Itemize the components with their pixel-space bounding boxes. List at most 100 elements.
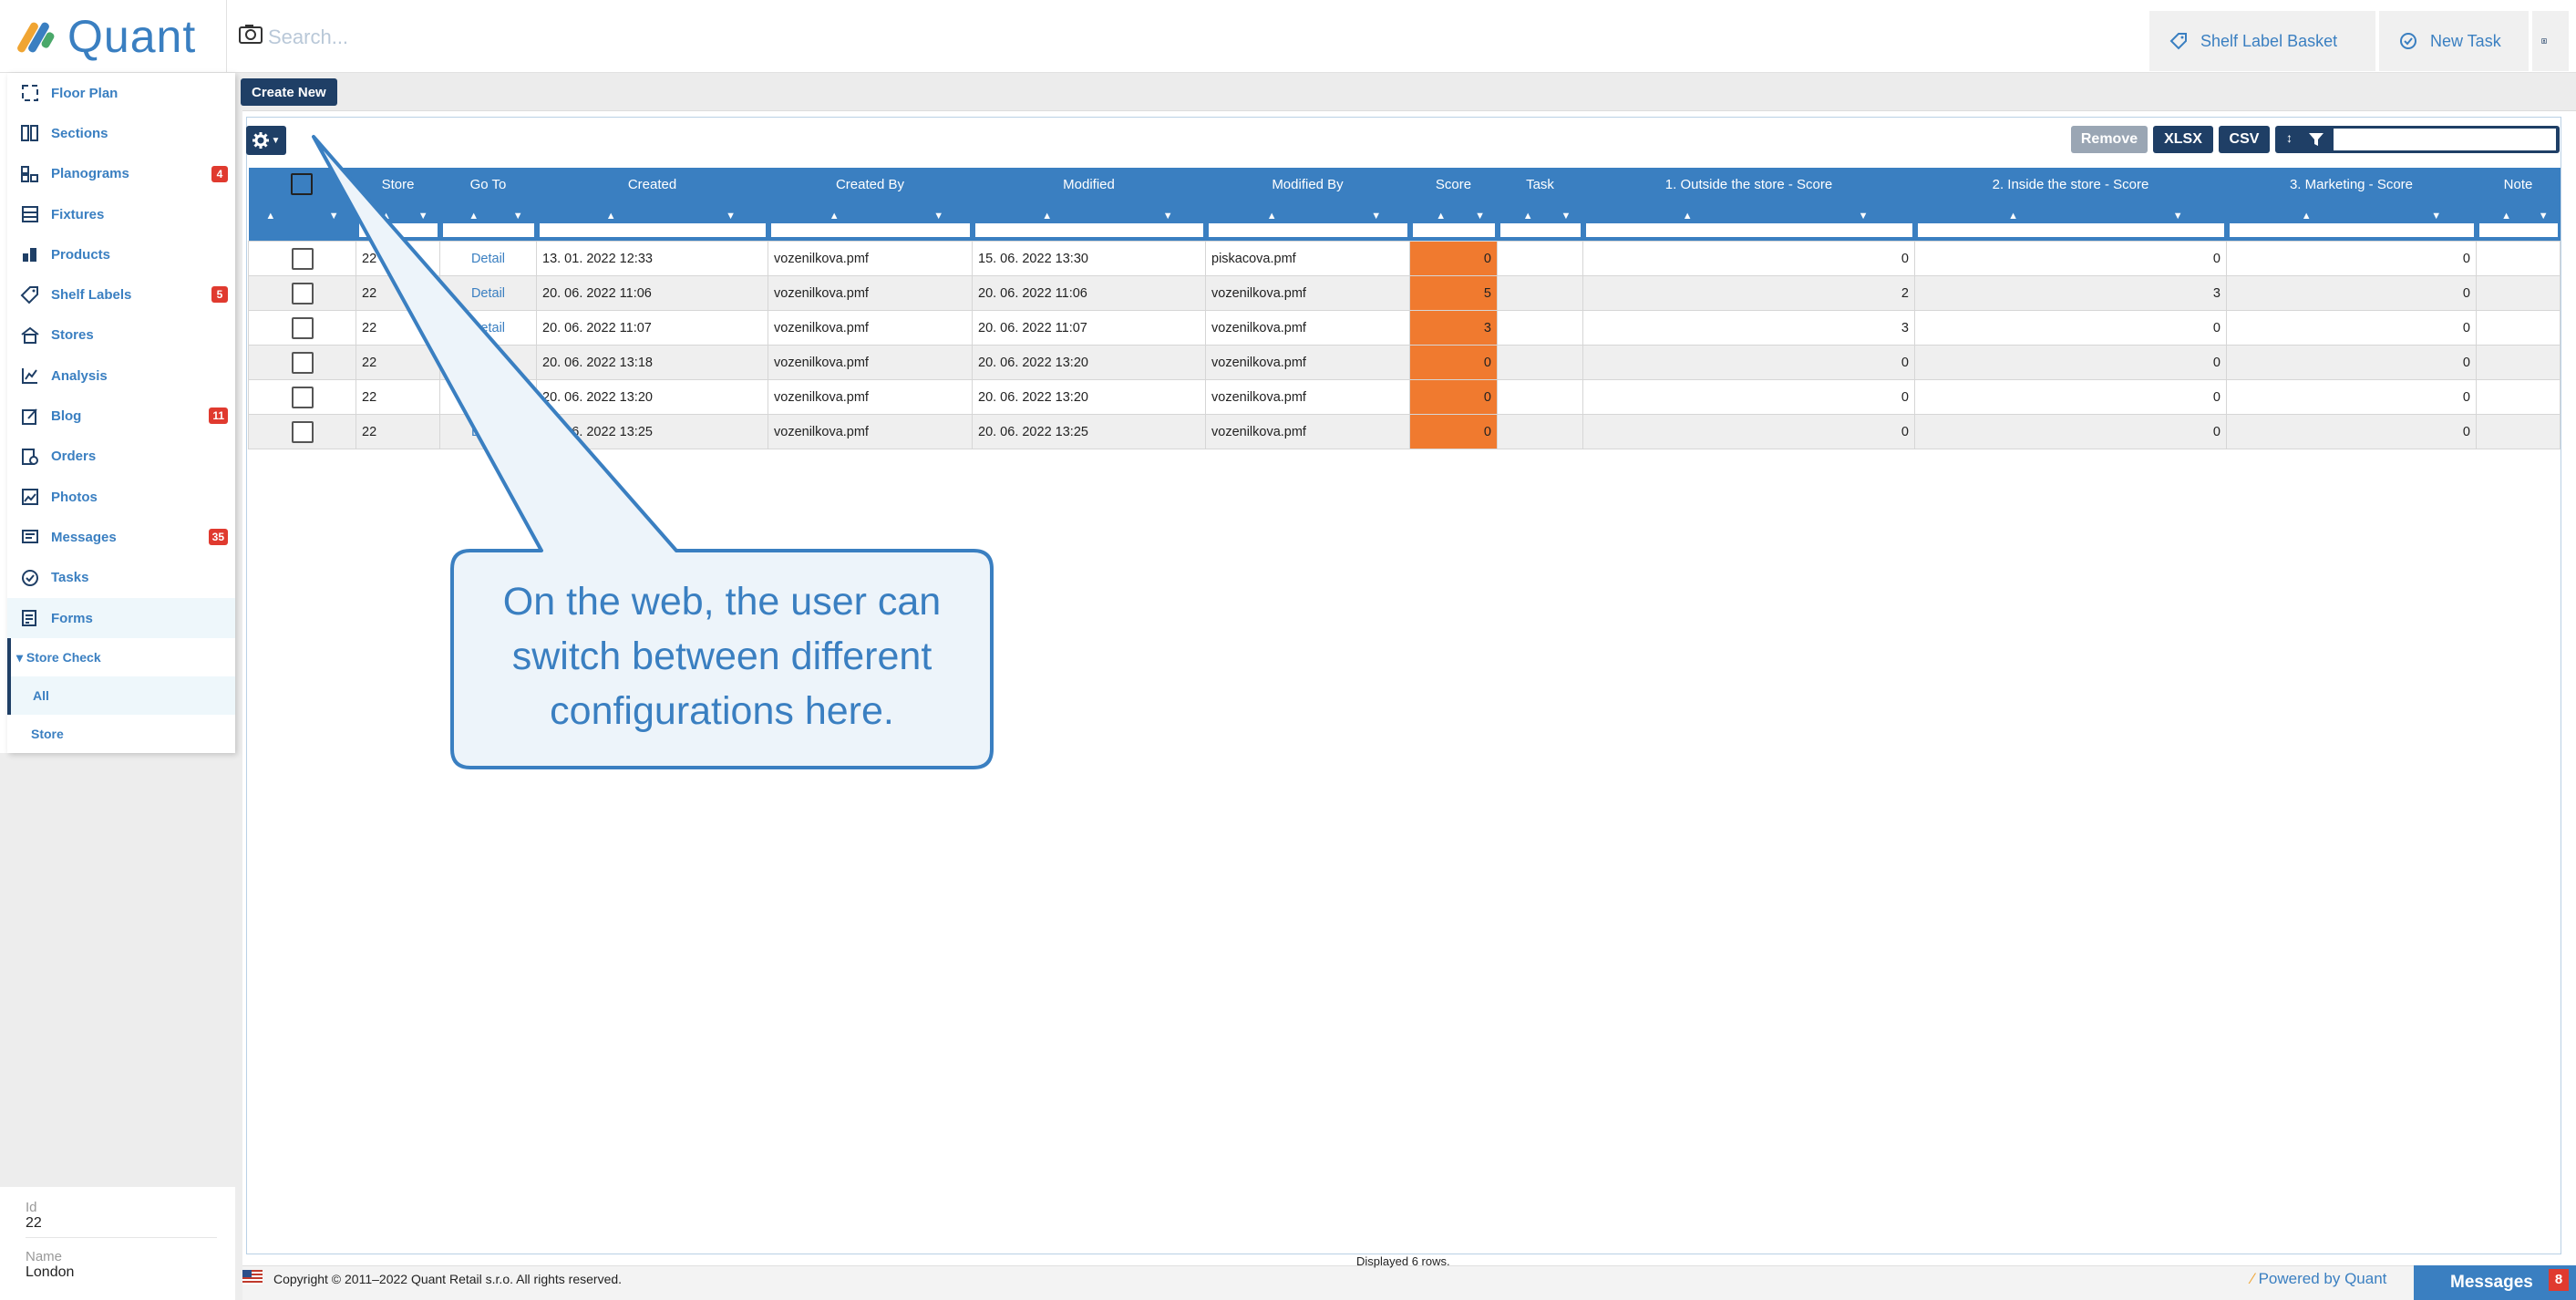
table-row[interactable]: 22 Detail 13. 01. 2022 12:33 vozenilkova.pm… <box>248 241 2561 276</box>
sidebar-item-messages[interactable]: Messages 35 <box>7 517 235 557</box>
table-row[interactable]: 22 Detail 20. 06. 2022 11:07 vozenilkova.pm… <box>248 310 2561 346</box>
sort-desc-icon[interactable]: ▼ <box>513 211 523 222</box>
sort-asc-icon[interactable]: ▲ <box>1436 211 1446 222</box>
detail-link[interactable]: Detail <box>439 310 537 346</box>
column-header-created-by[interactable]: Created By <box>768 168 973 201</box>
sort-asc-icon[interactable]: ▲ <box>1523 211 1533 222</box>
column-header-1-outside-the-store-score[interactable]: 1. Outside the store - Score <box>1582 168 1915 201</box>
table-row[interactable]: 22 Detail 20. 06. 2022 13:20 vozenilkova.pm… <box>248 379 2561 415</box>
sort-asc-icon[interactable]: ▲ <box>2501 211 2511 222</box>
remove-button[interactable]: Remove <box>2071 126 2148 153</box>
sort-desc-icon[interactable]: ▼ <box>726 211 736 222</box>
camera-icon[interactable] <box>239 24 263 44</box>
sort-arrows[interactable]: ▲ ▼ <box>1914 201 2227 222</box>
select-all-checkbox[interactable] <box>291 173 314 195</box>
sort-arrows[interactable]: ▲ ▼ <box>248 201 356 222</box>
sort-arrows[interactable]: ▲ ▼ <box>536 201 768 222</box>
sort-asc-icon[interactable]: ▲ <box>2008 211 2018 222</box>
column-filter-input[interactable] <box>248 221 356 242</box>
sidebar-group-store-check[interactable]: ▾ Store Check <box>7 638 235 677</box>
sort-desc-icon[interactable]: ▼ <box>2539 211 2549 222</box>
filter-field[interactable] <box>1917 223 2224 237</box>
column-header-created[interactable]: Created <box>536 168 768 201</box>
export-xlsx-button[interactable]: XLSX <box>2153 126 2213 153</box>
sort-arrows[interactable]: ▲ ▼ <box>439 201 537 222</box>
sort-asc-icon[interactable]: ▲ <box>606 211 616 222</box>
column-header-modified-by[interactable]: Modified By <box>1205 168 1410 201</box>
sort-arrows[interactable]: ▲ ▼ <box>1409 201 1498 222</box>
table-row[interactable]: 22 Detail 20. 06. 2022 11:06 vozenilkova.pm… <box>248 275 2561 311</box>
column-filter-input[interactable] <box>768 221 973 242</box>
sort-arrows[interactable]: ▲ ▼ <box>1205 201 1410 222</box>
row-checkbox[interactable] <box>291 282 314 304</box>
sidebar-item-forms[interactable]: Forms <box>7 597 235 639</box>
detail-link[interactable]: Detail <box>439 379 537 415</box>
sort-asc-icon[interactable]: ▲ <box>2302 211 2312 222</box>
sidebar-item-planograms[interactable]: Planograms 4 <box>7 154 235 194</box>
column-header-go-to[interactable]: Go To <box>439 168 537 201</box>
sort-arrows[interactable]: ▲ ▼ <box>768 201 973 222</box>
sort-icon[interactable]: ↕ <box>2286 130 2293 145</box>
row-checkbox[interactable] <box>291 316 314 339</box>
filter-field[interactable] <box>1499 223 1581 237</box>
column-filter-input[interactable] <box>1582 221 1915 242</box>
row-checkbox[interactable] <box>291 247 314 270</box>
sort-asc-icon[interactable]: ▲ <box>265 211 275 222</box>
filter-field[interactable] <box>770 223 970 237</box>
column-filter-input[interactable] <box>439 221 537 242</box>
column-header-3-marketing-score[interactable]: 3. Marketing - Score <box>2226 168 2477 201</box>
table-row[interactable]: 22 Detail 20. 06. 2022 13:25 vozenilkova.pm… <box>248 414 2561 449</box>
sort-arrows[interactable]: ▲ ▼ <box>2226 201 2477 222</box>
column-filter-input[interactable] <box>2476 221 2561 242</box>
column-header-store[interactable]: Store <box>355 168 440 201</box>
column-filter-input[interactable] <box>1914 221 2227 242</box>
detail-link[interactable]: Detail <box>439 345 537 380</box>
sort-desc-icon[interactable]: ▼ <box>1163 211 1173 222</box>
sidebar-item-products[interactable]: Products <box>7 234 235 274</box>
filter-field[interactable] <box>358 223 438 237</box>
sort-asc-icon[interactable]: ▲ <box>829 211 840 222</box>
sidebar-item-stores[interactable]: Stores <box>7 315 235 356</box>
sidebar-item-photos[interactable]: Photos <box>7 477 235 517</box>
grid-config-button[interactable]: ▼ <box>246 126 286 155</box>
quant-logo[interactable]: Quant <box>15 11 196 62</box>
filter-field[interactable] <box>2229 223 2474 237</box>
sidebar-item-analysis[interactable]: Analysis <box>7 356 235 396</box>
column-header-task[interactable]: Task <box>1497 168 1583 201</box>
filter-field[interactable] <box>442 223 534 237</box>
sort-desc-icon[interactable]: ▼ <box>933 211 943 222</box>
detail-link[interactable]: Detail <box>439 275 537 311</box>
new-task-button[interactable]: New Task <box>2379 11 2529 71</box>
column-header-modified[interactable]: Modified <box>972 168 1206 201</box>
column-header-2-inside-the-store-score[interactable]: 2. Inside the store - Score <box>1914 168 2227 201</box>
sort-arrows[interactable]: ▲ ▼ <box>1497 201 1583 222</box>
sort-desc-icon[interactable]: ▼ <box>2431 211 2441 222</box>
sidebar-item-sections[interactable]: Sections <box>7 113 235 153</box>
sidebar-item-fixtures[interactable]: Fixtures <box>7 194 235 234</box>
sort-desc-icon[interactable]: ▼ <box>2173 211 2183 222</box>
column-filter-input[interactable] <box>2226 221 2477 242</box>
search-input[interactable] <box>268 22 815 53</box>
us-flag-icon[interactable] <box>242 1270 263 1285</box>
filter-field[interactable] <box>1585 223 1912 237</box>
column-filter-input[interactable] <box>536 221 768 242</box>
export-csv-button[interactable]: CSV <box>2219 126 2270 153</box>
row-checkbox[interactable] <box>291 386 314 408</box>
sort-asc-icon[interactable]: ▲ <box>1267 211 1277 222</box>
filter-field[interactable] <box>1412 223 1495 237</box>
filter-icon[interactable] <box>2308 131 2324 148</box>
user-profile-button[interactable] <box>2532 11 2569 71</box>
sort-arrows[interactable]: ▲ ▼ <box>972 201 1206 222</box>
column-filter-input[interactable] <box>1205 221 1410 242</box>
sort-arrows[interactable]: ▲ ▼ <box>2476 201 2561 222</box>
sort-desc-icon[interactable]: ▼ <box>1859 211 1869 222</box>
sort-arrows[interactable]: ▲ ▼ <box>355 201 440 222</box>
filter-input[interactable] <box>2334 129 2556 150</box>
sidebar-item-tasks[interactable]: Tasks <box>7 558 235 598</box>
filter-field[interactable] <box>974 223 1203 237</box>
create-new-button[interactable]: Create New <box>241 78 337 106</box>
column-filter-input[interactable] <box>355 221 440 242</box>
column-header-score[interactable]: Score <box>1409 168 1498 201</box>
sidebar-item-shelf-labels[interactable]: Shelf Labels 5 <box>7 274 235 315</box>
column-filter-input[interactable] <box>1409 221 1498 242</box>
